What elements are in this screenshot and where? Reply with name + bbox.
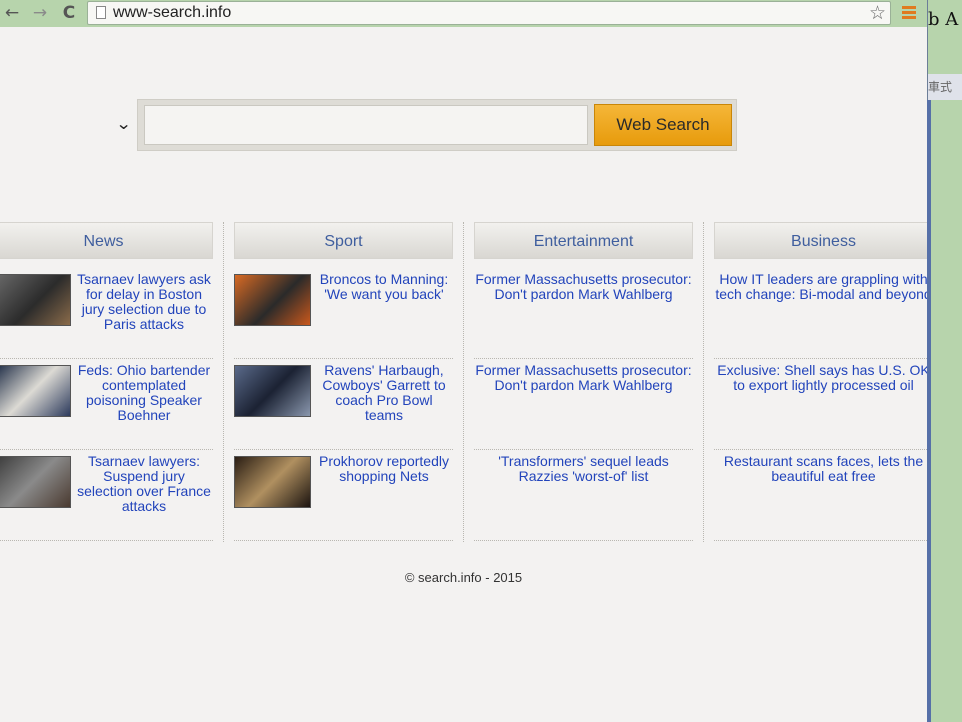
- browser-toolbar: ← → C www-search.info ☆: [0, 0, 927, 27]
- news-link[interactable]: Tsarnaev lawyers ask for delay in Boston…: [76, 272, 212, 332]
- news-thumbnail[interactable]: [0, 456, 71, 508]
- list-item: How IT leaders are grappling with tech c…: [714, 268, 927, 359]
- column-divider: [223, 222, 224, 542]
- forward-arrow-icon[interactable]: →: [30, 3, 50, 23]
- entertainment-link[interactable]: Former Massachusetts prosecutor: Don't p…: [474, 363, 693, 393]
- entertainment-header: Entertainment: [474, 222, 693, 259]
- list-item: 'Transformers' sequel leads Razzies 'wor…: [474, 450, 693, 541]
- background-window-border: [927, 100, 931, 722]
- column-divider: [463, 222, 464, 542]
- news-thumbnail[interactable]: [0, 274, 71, 326]
- entertainment-column: Entertainment Former Massachusetts prose…: [474, 222, 693, 542]
- sport-thumbnail[interactable]: [234, 365, 311, 417]
- list-item: Former Massachusetts prosecutor: Don't p…: [474, 359, 693, 450]
- browser-window: ← → C www-search.info ☆ ⌄ Web Search New…: [0, 0, 928, 722]
- address-text[interactable]: www-search.info: [113, 4, 231, 22]
- business-link[interactable]: Restaurant scans faces, lets the beautif…: [714, 454, 927, 484]
- news-link[interactable]: Tsarnaev lawyers: Suspend jury selection…: [76, 454, 212, 514]
- news-thumbnail[interactable]: [0, 365, 71, 417]
- address-bar[interactable]: www-search.info ☆: [87, 1, 891, 25]
- search-box: Web Search: [137, 99, 737, 151]
- list-item: Prokhorov reportedly shopping Nets: [234, 450, 453, 541]
- entertainment-link[interactable]: 'Transformers' sequel leads Razzies 'wor…: [474, 454, 693, 484]
- sport-link[interactable]: Ravens' Harbaugh, Cowboys' Garrett to co…: [316, 363, 452, 423]
- back-arrow-icon[interactable]: ←: [2, 3, 22, 23]
- business-link[interactable]: How IT leaders are grappling with tech c…: [714, 272, 927, 302]
- reload-icon[interactable]: C: [59, 3, 79, 23]
- list-item: Feds: Ohio bartender contemplated poison…: [0, 359, 213, 450]
- list-item: Tsarnaev lawyers: Suspend jury selection…: [0, 450, 213, 541]
- menu-icon[interactable]: [902, 6, 916, 20]
- list-item: Exclusive: Shell says has U.S. OK to exp…: [714, 359, 927, 450]
- sport-header: Sport: [234, 222, 453, 259]
- news-column: News Tsarnaev lawyers ask for delay in B…: [0, 222, 213, 542]
- background-window-strip: 車式: [928, 74, 962, 100]
- background-window: [928, 0, 962, 722]
- business-link[interactable]: Exclusive: Shell says has U.S. OK to exp…: [714, 363, 927, 393]
- business-header: Business: [714, 222, 927, 259]
- column-divider: [703, 222, 704, 542]
- footer-copyright: © search.info - 2015: [404, 570, 523, 585]
- bookmark-star-icon[interactable]: ☆: [869, 2, 886, 24]
- search-input[interactable]: [144, 105, 588, 145]
- list-item: Ravens' Harbaugh, Cowboys' Garrett to co…: [234, 359, 453, 450]
- news-header: News: [0, 222, 213, 259]
- page-icon: [96, 6, 106, 19]
- search-dropdown-chevron-icon[interactable]: ⌄: [116, 114, 132, 133]
- sport-thumbnail[interactable]: [234, 456, 311, 508]
- news-link[interactable]: Feds: Ohio bartender contemplated poison…: [76, 363, 212, 423]
- entertainment-link[interactable]: Former Massachusetts prosecutor: Don't p…: [474, 272, 693, 302]
- sport-link[interactable]: Broncos to Manning: 'We want you back': [316, 272, 452, 302]
- sport-thumbnail[interactable]: [234, 274, 311, 326]
- list-item: Restaurant scans faces, lets the beautif…: [714, 450, 927, 541]
- sport-link[interactable]: Prokhorov reportedly shopping Nets: [316, 454, 452, 484]
- list-item: Broncos to Manning: 'We want you back': [234, 268, 453, 359]
- list-item: Former Massachusetts prosecutor: Don't p…: [474, 268, 693, 359]
- web-search-button[interactable]: Web Search: [594, 104, 732, 146]
- business-column: Business How IT leaders are grappling wi…: [714, 222, 927, 542]
- sport-column: Sport Broncos to Manning: 'We want you b…: [234, 222, 453, 542]
- list-item: Tsarnaev lawyers ask for delay in Boston…: [0, 268, 213, 359]
- background-window-text: b A: [928, 9, 959, 30]
